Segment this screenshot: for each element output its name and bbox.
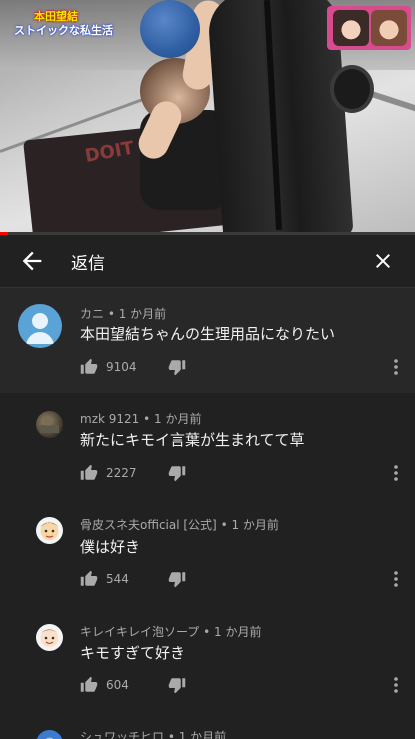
more-vert-icon[interactable] (393, 464, 399, 482)
video-wipe-face (371, 10, 407, 46)
comment-author[interactable]: シュワッチヒロ (80, 730, 164, 739)
comment-time: 1 か月前 (214, 625, 262, 639)
parent-comment: カニ • 1 か月前 本田望結ちゃんの生理用品になりたい 9104 (0, 288, 415, 393)
meta-separator: • (164, 730, 179, 739)
like-count: 9104 (106, 360, 137, 374)
video-caption: 本田望結 ストイックな私生活 (14, 10, 113, 38)
thumbs-down-icon[interactable] (168, 358, 186, 376)
meta-separator: • (216, 518, 232, 532)
video-player[interactable]: DOIT 本田望結 ストイックな私生活 (0, 0, 415, 232)
like-count: 544 (106, 572, 129, 586)
like-count: 604 (106, 678, 129, 692)
more-vert-icon[interactable] (393, 676, 399, 694)
comment-text: 本田望結ちゃんの生理用品になりたい (80, 325, 336, 343)
comment-author[interactable]: 骨皮スネ夫official [公式] (80, 518, 217, 532)
comment-meta: シュワッチヒロ • 1 か月前 (80, 728, 226, 739)
blue-avatar-icon (45, 737, 54, 739)
page-title: 返信 (71, 254, 105, 274)
video-mat-text: DOIT (83, 137, 136, 167)
comment-actions: 9104 (80, 358, 186, 376)
arrow-left-icon[interactable] (18, 247, 46, 275)
reply-comment: シュワッチヒロ • 1 か月前 (0, 716, 415, 739)
meta-separator: • (199, 625, 214, 639)
comment-actions: 544 (80, 570, 186, 588)
video-ball (140, 0, 200, 58)
comment-author[interactable]: カニ (80, 307, 104, 321)
meta-separator: • (139, 412, 155, 426)
video-caption-line1: 本田望結 (34, 10, 78, 23)
comment-meta: mzk 9121 • 1 か月前 (80, 410, 201, 427)
comment-time: 1 か月前 (154, 412, 202, 426)
more-vert-icon[interactable] (393, 358, 399, 376)
video-wipe-face (333, 10, 369, 46)
comment-author[interactable]: mzk 9121 (80, 412, 139, 426)
thumbs-down-icon[interactable] (168, 570, 186, 588)
photo-avatar-icon (40, 416, 59, 433)
comment-author[interactable]: キレイキレイ泡ソープ (80, 625, 199, 639)
character-avatar-icon (40, 629, 59, 647)
comment-text: 僕は好き (80, 538, 141, 556)
comment-time: 1 か月前 (178, 730, 227, 739)
comment-actions: 604 (80, 676, 186, 694)
comment-time: 1 か月前 (118, 307, 167, 321)
close-icon[interactable] (371, 249, 395, 273)
character-avatar-icon (40, 522, 59, 540)
thumbs-up-icon[interactable] (80, 358, 98, 376)
comment-meta: カニ • 1 か月前 (80, 305, 166, 322)
thumbs-up-icon[interactable] (80, 464, 98, 482)
comment-time: 1 か月前 (231, 518, 279, 532)
video-wipe-inset (327, 6, 411, 50)
comment-text: キモすぎて好き (80, 644, 186, 662)
reply-comment: キレイキレイ泡ソープ • 1 か月前 キモすぎて好き 604 (0, 609, 415, 715)
reply-comment: mzk 9121 • 1 か月前 新たにキモイ言葉が生まれてて草 2227 (0, 395, 415, 501)
meta-separator: • (104, 307, 119, 321)
thumbs-up-icon[interactable] (80, 676, 98, 694)
thumbs-down-icon[interactable] (168, 464, 186, 482)
avatar[interactable] (36, 517, 63, 544)
reply-comment: 骨皮スネ夫official [公式] • 1 か月前 僕は好き 544 (0, 502, 415, 608)
default-user-avatar-icon (26, 313, 54, 344)
avatar[interactable] (36, 624, 63, 651)
more-vert-icon[interactable] (393, 570, 399, 588)
thumbs-up-icon[interactable] (80, 570, 98, 588)
comment-meta: キレイキレイ泡ソープ • 1 か月前 (80, 623, 261, 640)
thumbs-down-icon[interactable] (168, 676, 186, 694)
video-caption-line2: ストイックな私生活 (14, 24, 113, 37)
video-barbell-plate (330, 65, 374, 113)
avatar[interactable] (18, 304, 62, 348)
replies-header: 返信 (0, 235, 415, 288)
avatar[interactable] (36, 411, 63, 438)
like-count: 2227 (106, 466, 137, 480)
avatar[interactable] (36, 730, 63, 739)
comment-meta: 骨皮スネ夫official [公式] • 1 か月前 (80, 516, 279, 533)
comment-actions: 2227 (80, 464, 186, 482)
comment-text: 新たにキモイ言葉が生まれてて草 (80, 431, 305, 449)
